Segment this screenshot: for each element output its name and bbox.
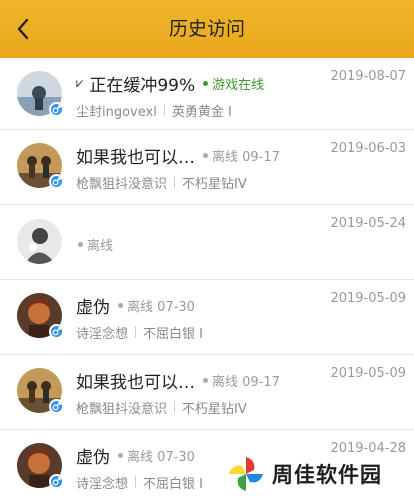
nickname: 如果我也可以… bbox=[76, 147, 195, 168]
status-label: 游戏在线 bbox=[203, 74, 264, 93]
male-badge-icon bbox=[49, 102, 64, 117]
visit-row[interactable]: ⩗ 正在缓冲99% 游戏在线 尘封ingovexl 英勇黄金 I 2019-08… bbox=[0, 58, 414, 130]
visit-date: 2019-05-09 bbox=[330, 366, 406, 381]
rank: 英勇黄金 I bbox=[171, 104, 232, 120]
offline-dot-icon bbox=[203, 152, 208, 158]
visit-row[interactable]: 虚伪 离线 07-30 诗淫念想 不屈白银 I 2019-05-09 bbox=[0, 280, 414, 355]
visit-date: 2019-05-24 bbox=[330, 216, 406, 231]
male-badge-icon bbox=[49, 174, 64, 189]
offline-dot-icon bbox=[118, 302, 123, 308]
status-label: 离线 09-17 bbox=[203, 371, 280, 390]
top-bar: 历史访问 bbox=[0, 0, 414, 58]
visit-date: 2019-05-09 bbox=[330, 291, 406, 306]
offline-dot-icon bbox=[118, 452, 123, 458]
rank: 不朽星钻IV bbox=[182, 401, 247, 417]
offline-dot-icon bbox=[78, 241, 83, 247]
male-badge-icon bbox=[49, 399, 64, 414]
nickname: 虚伪 bbox=[76, 297, 110, 318]
status-label: 离线 07-30 bbox=[118, 446, 195, 465]
offline-dot-icon bbox=[203, 377, 208, 383]
visit-list: ⩗ 正在缓冲99% 游戏在线 尘封ingovexl 英勇黄金 I 2019-08… bbox=[0, 58, 414, 500]
status-label: 离线 bbox=[78, 235, 113, 254]
nickname: 如果我也可以… bbox=[76, 372, 195, 393]
visit-row[interactable]: 如果我也可以… 离线 09-17 枪飘狙抖没意识 不朽星钻IV 2019-05-… bbox=[0, 355, 414, 430]
visit-date: 2019-06-03 bbox=[330, 141, 406, 156]
watermark-text: 周佳软件园 bbox=[272, 463, 382, 487]
rank: 不屈白银 I bbox=[143, 476, 203, 492]
pinwheel-logo-icon bbox=[229, 457, 263, 491]
signature: 枪飘狙抖没意识 bbox=[76, 401, 168, 417]
status-label: 离线 07-30 bbox=[118, 296, 195, 315]
signature: 诗淫念想 bbox=[76, 326, 129, 342]
online-dot-icon bbox=[203, 80, 209, 86]
male-badge-icon bbox=[49, 324, 64, 339]
rank: 不朽星钻IV bbox=[182, 176, 247, 192]
signature: 诗淫念想 bbox=[76, 476, 129, 492]
page-title: 历史访问 bbox=[168, 18, 245, 40]
signature: 尘封ingovexl bbox=[76, 104, 157, 120]
status-label: 离线 09-17 bbox=[203, 146, 280, 165]
rank: 不屈白银 I bbox=[143, 326, 203, 342]
watermark: 周佳软件园 bbox=[222, 452, 386, 496]
signal-icon: ⩗ bbox=[76, 75, 84, 91]
visit-date: 2019-08-07 bbox=[330, 69, 406, 84]
nickname: 正在缓冲99% bbox=[89, 75, 196, 96]
signature: 枪飘狙抖没意识 bbox=[76, 176, 168, 192]
avatar bbox=[17, 219, 62, 264]
male-badge-icon bbox=[49, 474, 64, 489]
nickname: 虚伪 bbox=[76, 447, 110, 468]
visit-row[interactable]: 如果我也可以… 离线 09-17 枪飘狙抖没意识 不朽星钻IV 2019-06-… bbox=[0, 130, 414, 205]
visit-row[interactable]: 离线 2019-05-24 bbox=[0, 205, 414, 280]
